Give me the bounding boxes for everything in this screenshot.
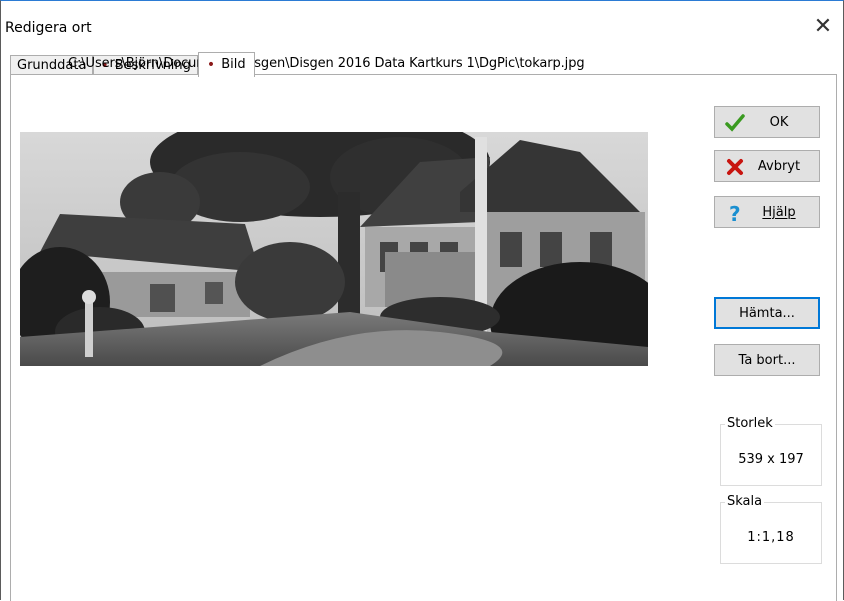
help-button[interactable]: ? Hjälp xyxy=(714,196,820,228)
window-title: Redigera ort xyxy=(5,20,92,36)
close-icon[interactable]: ✕ xyxy=(811,15,835,39)
help-label: Hjälp xyxy=(762,204,796,220)
cancel-button[interactable]: Avbryt xyxy=(714,150,820,182)
image-path: C:\Users\Björn\Documents\Disgen\Disgen 2… xyxy=(68,56,585,71)
fetch-button[interactable]: Hämta... xyxy=(714,297,820,329)
size-value: 539 x 197 xyxy=(738,452,804,467)
dot-icon: • xyxy=(206,57,216,73)
tab-label: Bild xyxy=(221,57,246,72)
photo-image xyxy=(20,132,648,366)
size-group: Storlek 539 x 197 xyxy=(720,416,822,486)
tab-bild[interactable]: • Bild xyxy=(197,52,255,77)
scale-legend: Skala xyxy=(725,494,765,509)
size-legend: Storlek xyxy=(725,416,775,431)
cancel-label: Avbryt xyxy=(757,158,801,174)
fetch-label: Hämta... xyxy=(739,305,795,321)
question-icon: ? xyxy=(729,203,741,223)
title-bar: Redigera ort ✕ xyxy=(0,0,844,44)
ok-label: OK xyxy=(769,114,789,130)
scale-group: Skala 1:1,18 xyxy=(720,494,822,564)
check-icon xyxy=(725,114,745,132)
svg-text:?: ? xyxy=(729,203,741,223)
ok-button[interactable]: OK xyxy=(714,106,820,138)
cross-icon xyxy=(727,159,743,175)
remove-button[interactable]: Ta bort... xyxy=(714,344,820,376)
scale-value: 1:1,18 xyxy=(747,530,795,545)
remove-label: Ta bort... xyxy=(738,352,796,368)
